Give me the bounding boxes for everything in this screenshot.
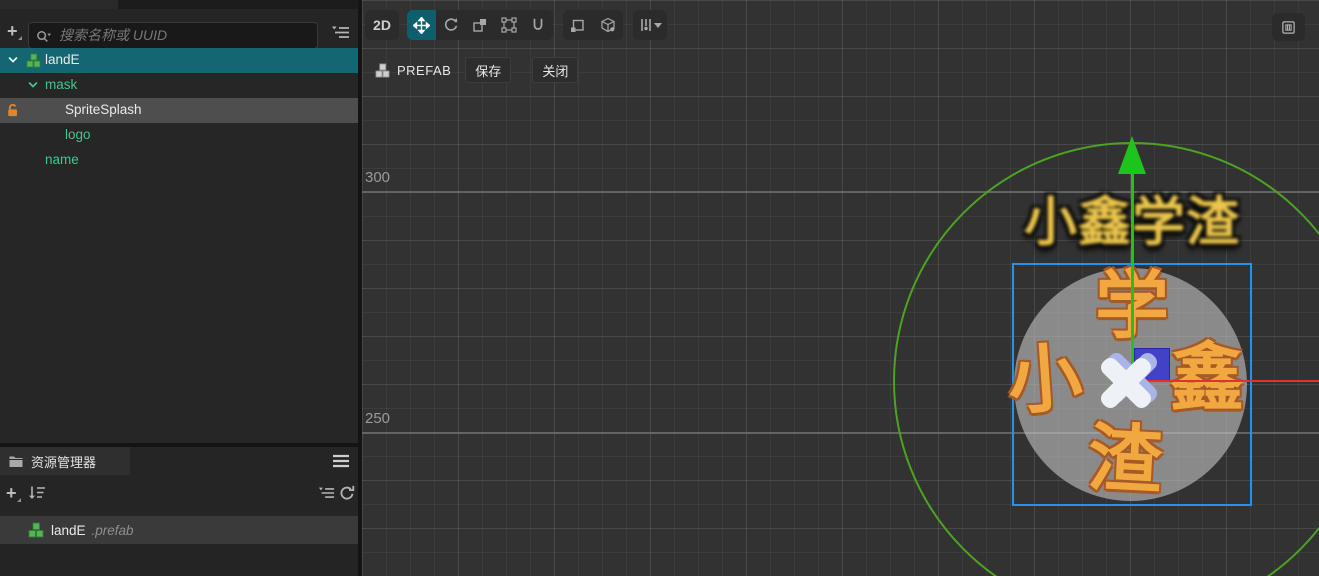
coordinate-toggle-button[interactable] — [593, 10, 623, 40]
tree-row-mask[interactable]: mask — [0, 73, 358, 98]
tree-row-SpriteSplash[interactable]: SpriteSplash — [0, 98, 358, 123]
node-label: name — [45, 152, 79, 167]
logo-char-left: 小 — [1005, 335, 1085, 424]
tree-row-logo[interactable]: logo — [0, 123, 358, 148]
rotate-tool-button[interactable] — [436, 10, 465, 40]
node-label: landE — [45, 52, 80, 67]
scale-tool-button[interactable] — [465, 10, 494, 40]
tab-assets[interactable]: 资源管理器 — [0, 447, 130, 475]
hierarchy-search[interactable] — [28, 22, 318, 49]
folder-icon — [8, 455, 24, 468]
gizmo-settings-button[interactable] — [633, 10, 667, 40]
pivot-toggle-button[interactable] — [563, 10, 593, 40]
logo-char-bottom: 渣 — [1085, 416, 1165, 503]
left-panels: + landE — [0, 0, 358, 576]
filter-icon[interactable] — [318, 486, 335, 500]
refresh-icon[interactable] — [339, 485, 355, 501]
gizmo-settings-icon — [640, 19, 651, 31]
coordinate-icon — [601, 17, 615, 33]
chevron-down-icon[interactable] — [27, 79, 39, 94]
asset-extension: .prefab — [91, 522, 134, 538]
prefab-mode-label: PREFAB — [397, 62, 452, 78]
anchor-tool-button[interactable] — [523, 10, 552, 40]
assets-header: 资源管理器 — [0, 447, 358, 475]
tree-row-name[interactable]: name — [0, 148, 358, 173]
hierarchy-toolbar: + — [0, 9, 358, 49]
chevron-down-icon[interactable] — [7, 54, 19, 69]
rotate-icon — [444, 18, 457, 31]
pivot-icon — [571, 19, 584, 32]
hierarchy-tree: landE mask SpriteSplash logo name — [0, 48, 358, 173]
add-asset-button[interactable]: + — [6, 484, 20, 502]
chevron-down-icon — [653, 22, 662, 28]
prefab-cube-icon — [26, 53, 41, 71]
filter-icon[interactable] — [331, 25, 350, 40]
menu-icon[interactable] — [332, 453, 350, 469]
fit-view-icon — [1282, 20, 1295, 34]
scene-view[interactable]: 300 250 小鑫学渣 学 小 鑫 渣 2D PREFAB 保存 关闭 — [362, 0, 1319, 576]
prefab-cube-icon — [375, 63, 390, 78]
hierarchy-tab-strip — [0, 0, 358, 9]
gizmo-settings-group — [633, 10, 667, 40]
cocos-editor-window: + landE — [0, 0, 1319, 576]
prefab-edit-bar: PREFAB 保存 关闭 — [362, 56, 579, 84]
assets-toolbar: + — [0, 475, 358, 511]
move-tool-button[interactable] — [407, 10, 436, 40]
ruler-label-250: 250 — [365, 410, 391, 427]
gizmo-option-group — [563, 10, 623, 40]
search-icon — [36, 29, 52, 43]
ruler-label-300: 300 — [365, 169, 391, 186]
node-label: mask — [45, 77, 78, 92]
tree-row-landE[interactable]: landE — [0, 48, 358, 73]
sort-icon[interactable] — [28, 485, 46, 500]
gizmo-y-arrow[interactable] — [1118, 136, 1146, 174]
rect-transform-icon — [500, 17, 517, 33]
save-prefab-button[interactable]: 保存 — [465, 57, 512, 83]
fit-view-button[interactable] — [1272, 13, 1305, 41]
close-prefab-button[interactable]: 关闭 — [532, 57, 579, 83]
asset-name: landE — [51, 522, 86, 538]
assets-panel-title: 资源管理器 — [31, 454, 97, 470]
move-icon — [413, 16, 430, 34]
node-label: logo — [65, 127, 91, 142]
node-label: SpriteSplash — [65, 102, 142, 117]
logo-char-right: 鑫 — [1170, 336, 1244, 419]
hierarchy-search-input[interactable] — [57, 27, 310, 44]
rect-transform-tool-button[interactable] — [494, 10, 523, 40]
toggle-2d-3d-button[interactable]: 2D — [365, 10, 399, 40]
scale-icon — [472, 19, 486, 32]
lock-open-icon[interactable] — [5, 103, 20, 121]
asset-row-landE-prefab[interactable]: landE .prefab — [0, 516, 358, 544]
prefab-cube-icon — [28, 522, 44, 538]
assets-empty-area — [0, 544, 358, 576]
anchor-icon — [533, 18, 542, 30]
add-node-button[interactable]: + — [7, 22, 21, 40]
transform-tool-group — [407, 10, 553, 40]
